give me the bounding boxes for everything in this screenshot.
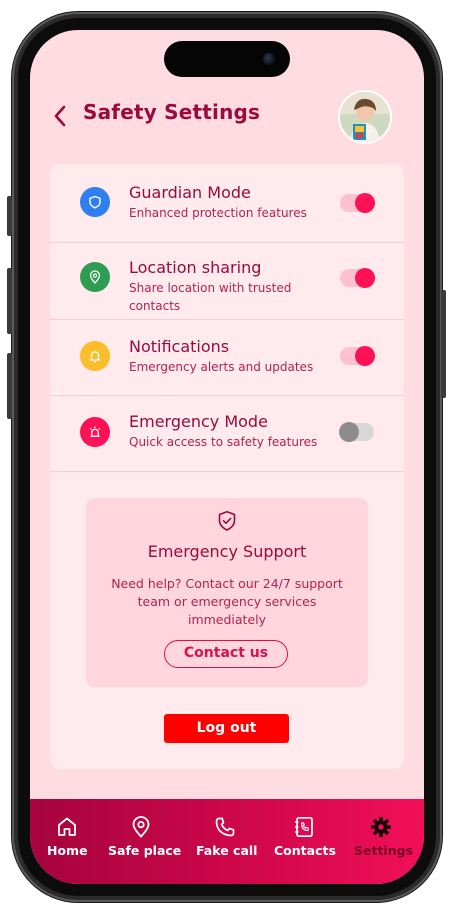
contact-us-button[interactable]: Contact us (164, 640, 288, 668)
emergency-mode-icon-badge (80, 417, 110, 447)
nav-label-safe-place: Safe place (108, 843, 182, 858)
nav-label-home: Home (47, 843, 88, 858)
setting-row-emergency-mode: Emergency Mode Quick access to safety fe… (50, 396, 404, 471)
nav-label-fake-call: Fake call (196, 843, 258, 858)
nav-item-fake-call[interactable]: Fake call (196, 815, 258, 859)
nav-label-contacts: Contacts (274, 843, 336, 858)
bell-icon (89, 351, 101, 363)
notifications-toggle[interactable] (340, 346, 375, 366)
emergency-support-title: Emergency Support (147, 542, 307, 561)
nav-item-settings[interactable]: Settings (354, 815, 414, 859)
header: Safety Settings (30, 86, 424, 146)
toggle-knob (355, 268, 375, 288)
toggle-knob (339, 422, 359, 442)
location-pin-icon (132, 816, 150, 838)
guardian-mode-toggle[interactable] (340, 193, 375, 213)
notifications-icon-badge (80, 341, 110, 371)
guardian-mode-icon-badge (80, 187, 110, 217)
avatar[interactable] (338, 90, 392, 144)
row-divider (50, 471, 404, 472)
emergency-support-box: Emergency Support Need help? Contact our… (86, 498, 368, 687)
bottom-nav: Home Safe place Fake call Contacts Setti… (30, 799, 424, 884)
location-sharing-icon-badge (80, 262, 110, 292)
toggle-knob (355, 193, 375, 213)
volume-down-button (7, 353, 12, 419)
gear-icon (371, 817, 391, 837)
location-sharing-title: Location sharing (129, 258, 262, 277)
screen: Safety Settings Guardian Mode Enhanced p… (30, 30, 424, 884)
location-sharing-toggle[interactable] (340, 268, 375, 288)
volume-up-button (7, 268, 12, 334)
back-button[interactable] (50, 102, 72, 130)
logout-button[interactable]: Log out (164, 714, 289, 743)
nav-label-settings: Settings (354, 843, 414, 858)
location-sharing-subtitle: Share location with trusted contacts (129, 281, 292, 313)
setting-row-notifications: Notifications Emergency alerts and updat… (50, 320, 404, 395)
shield-check-icon (218, 511, 236, 531)
front-camera (263, 53, 275, 65)
page-title: Safety Settings (83, 100, 261, 124)
nav-item-safe-place[interactable]: Safe place (108, 815, 182, 859)
setting-row-location-sharing: Location sharing Share location with tru… (50, 243, 404, 319)
emergency-support-text: Need help? Contact our 24/7 support team… (111, 576, 343, 627)
shield-icon (89, 195, 101, 209)
chevron-left-icon (54, 105, 66, 127)
setting-row-guardian-mode: Guardian Mode Enhanced protection featur… (50, 164, 404, 242)
emergency-mode-subtitle: Quick access to safety features (129, 435, 318, 449)
guardian-mode-title: Guardian Mode (129, 183, 251, 202)
settings-card: Guardian Mode Enhanced protection featur… (50, 164, 404, 769)
emergency-mode-toggle[interactable] (339, 422, 374, 442)
nav-item-home[interactable]: Home (47, 815, 88, 859)
home-icon (58, 817, 76, 836)
emergency-mode-title: Emergency Mode (129, 412, 268, 431)
contacts-book-icon (295, 816, 313, 838)
phone-icon (215, 817, 235, 837)
avatar-image (340, 92, 390, 142)
siren-icon (89, 426, 101, 437)
notifications-subtitle: Emergency alerts and updates (129, 360, 314, 374)
notifications-title: Notifications (129, 337, 230, 356)
nav-item-contacts[interactable]: Contacts (274, 815, 336, 859)
power-button (441, 290, 446, 398)
toggle-knob (355, 346, 375, 366)
action-button (7, 196, 12, 236)
guardian-mode-subtitle: Enhanced protection features (129, 206, 307, 220)
location-pin-icon (89, 270, 101, 284)
